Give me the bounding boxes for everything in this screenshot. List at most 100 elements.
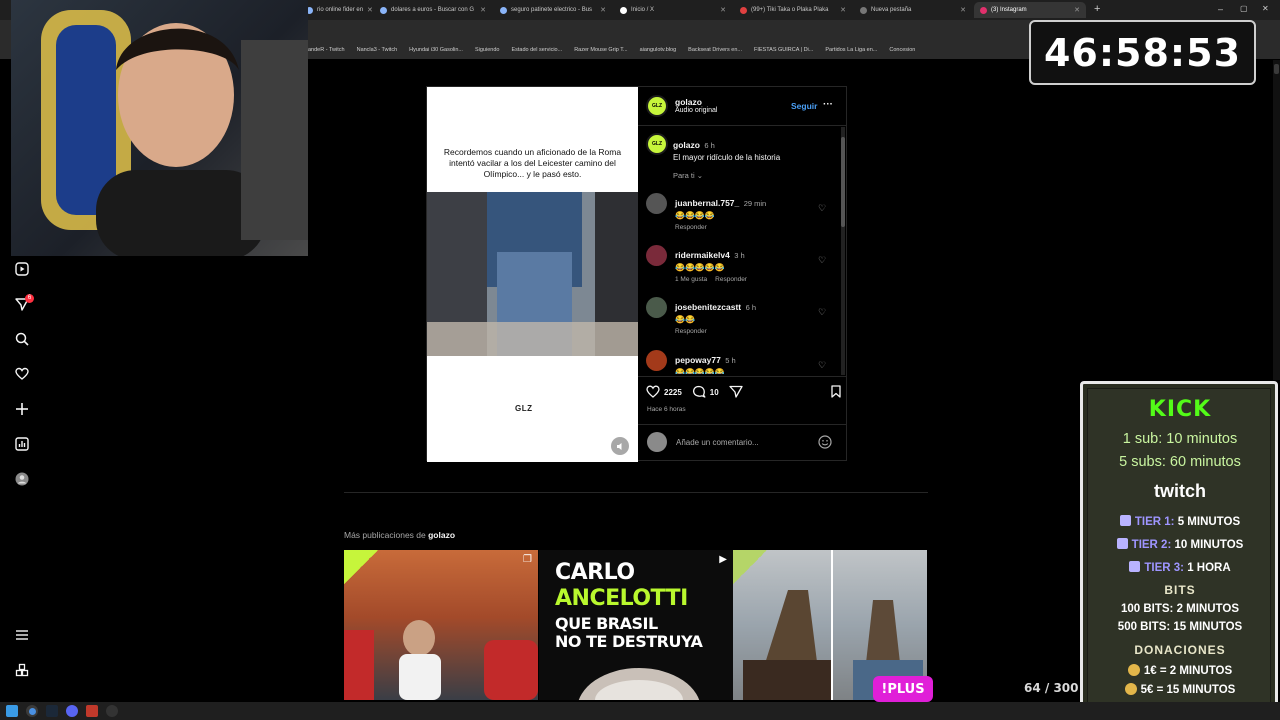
bookmark-item[interactable]: Nancla3 - Twitch xyxy=(357,47,398,53)
comment-username[interactable]: pepoway77 xyxy=(675,355,721,365)
new-tab-button[interactable]: + xyxy=(1094,3,1100,15)
bookmark-item[interactable]: Estado del servicio... xyxy=(511,47,562,53)
post-thumbnail[interactable]: ❐ xyxy=(344,550,538,700)
browser-tab[interactable]: rio online fider en ✕ xyxy=(300,2,372,18)
close-icon[interactable]: ✕ xyxy=(600,6,606,14)
close-icon[interactable]: ✕ xyxy=(480,6,486,14)
comment-filter-dropdown[interactable]: Para ti ⌄ xyxy=(673,171,703,180)
minimize-icon[interactable]: – xyxy=(1218,4,1223,14)
browser-tab[interactable]: dolares a euros - Buscar con G ✕ xyxy=(374,2,492,18)
apps-icon[interactable] xyxy=(14,662,30,678)
browser-tab[interactable]: Nueva pestaña ✕ xyxy=(854,2,972,18)
like-comment-icon[interactable]: ♡ xyxy=(818,307,826,318)
comment-username[interactable]: ridermaikelv4 xyxy=(675,250,730,260)
share-icon[interactable] xyxy=(729,385,743,400)
twitch-sub-icon xyxy=(1119,515,1131,526)
commenter-avatar[interactable] xyxy=(646,245,667,266)
likes-count[interactable]: 2225 xyxy=(664,388,682,397)
menu-icon[interactable] xyxy=(14,627,30,643)
mute-icon[interactable] xyxy=(611,437,629,455)
description-avatar[interactable]: GLZ xyxy=(646,133,668,155)
comment-item: pepoway77 5 h 😂😂😂😂😂 ♡ xyxy=(646,350,836,374)
profile-icon[interactable] xyxy=(14,471,30,487)
like-comment-icon[interactable]: ♡ xyxy=(818,255,826,266)
close-icon[interactable]: ✕ xyxy=(720,6,726,14)
bookmark-item[interactable]: Hyundai i30 Gasolin... xyxy=(409,47,463,53)
steam-icon[interactable] xyxy=(46,705,58,717)
browser-tab[interactable]: seguro patinete electrico - Bus ✕ xyxy=(494,2,612,18)
comment-text: 😂😂😂😂😂 xyxy=(675,263,725,272)
stats-icon[interactable] xyxy=(14,436,30,452)
like-icon[interactable] xyxy=(646,385,660,400)
close-icon[interactable]: ✕ xyxy=(840,6,846,14)
bookmark-item[interactable]: Concesion xyxy=(889,47,915,53)
close-icon[interactable]: ✕ xyxy=(1074,6,1080,14)
reply-button[interactable]: Responder xyxy=(675,224,707,231)
os-taskbar xyxy=(0,702,1280,720)
comment-time: 6 h xyxy=(745,303,757,312)
more-posts-author[interactable]: golazo xyxy=(428,530,455,540)
post-thumbnail[interactable]: CARLO ANCELOTTI QUE BRASIL NO TE DESTRUY… xyxy=(539,550,733,700)
bookmark-item[interactable]: FIESTAS GUIRCA | Di... xyxy=(754,47,813,53)
current-user-avatar xyxy=(647,432,667,452)
bookmark-item[interactable]: Backseat Drivers en... xyxy=(688,47,742,53)
author-username[interactable]: golazo xyxy=(675,97,717,107)
bookmark-item[interactable]: andeR - Twitch xyxy=(308,47,345,53)
app-icon[interactable] xyxy=(86,705,98,717)
browser-tab-active[interactable]: (3) Instagram ✕ xyxy=(974,2,1086,18)
video-frame[interactable] xyxy=(427,192,638,356)
search-icon[interactable] xyxy=(14,331,30,347)
reply-button[interactable]: Responder xyxy=(675,328,707,335)
new-tab-icon xyxy=(860,6,867,14)
save-bookmark-icon[interactable] xyxy=(830,384,842,400)
browser-tab[interactable]: Inicio / X ✕ xyxy=(614,2,732,18)
webcam-feed xyxy=(11,0,308,256)
comment-username[interactable]: josebenitezcastt xyxy=(675,302,741,312)
close-window-icon[interactable]: ✕ xyxy=(1262,4,1269,13)
comment-icon[interactable] xyxy=(692,385,706,400)
commenter-avatar[interactable] xyxy=(646,297,667,318)
heart-icon[interactable] xyxy=(14,366,30,382)
bits-rule: 500 BITS: 15 MINUTOS xyxy=(1117,621,1243,633)
follow-button[interactable]: Seguir xyxy=(791,101,817,111)
like-comment-icon[interactable]: ♡ xyxy=(818,203,826,214)
maximize-icon[interactable]: ▢ xyxy=(1240,4,1248,13)
comment-text: 😂😂 xyxy=(675,315,695,324)
obs-icon[interactable] xyxy=(106,705,118,717)
add-comment-input[interactable]: Añade un comentario... xyxy=(676,438,759,447)
commenter-avatar[interactable] xyxy=(646,193,667,214)
reply-button[interactable]: Responder xyxy=(715,276,747,283)
audio-label[interactable]: Audio original xyxy=(675,107,717,114)
more-options-icon[interactable]: ··· xyxy=(823,99,833,110)
close-icon[interactable]: ✕ xyxy=(367,6,372,14)
tier-rule: TIER 1: 5 MINUTOS xyxy=(1088,515,1272,528)
bookmark-item[interactable]: aiangulotv.blog xyxy=(640,47,677,53)
discord-icon[interactable] xyxy=(66,705,78,717)
reels-icon[interactable] xyxy=(14,261,30,277)
twitch-sub-icon xyxy=(1129,561,1141,572)
comment-likes[interactable]: 1 Me gusta xyxy=(675,276,707,283)
chrome-icon[interactable] xyxy=(26,705,38,717)
bookmark-item[interactable]: Razer Mouse Grip T... xyxy=(574,47,627,53)
description-username[interactable]: golazo xyxy=(673,140,700,150)
browser-tab[interactable]: (99+) Tiki Taka o Plaka Plaka ✕ xyxy=(734,2,852,18)
comments-count[interactable]: 10 xyxy=(710,388,719,397)
donation-rule: 5€ = 15 MINUTOS xyxy=(1088,683,1272,696)
windows-start-icon[interactable] xyxy=(6,705,18,717)
page-scrollbar[interactable] xyxy=(1273,60,1280,380)
commenter-avatar[interactable] xyxy=(646,350,667,371)
bookmark-item[interactable]: Siguiendo xyxy=(475,47,499,53)
like-comment-icon[interactable]: ♡ xyxy=(818,360,826,371)
comment-username[interactable]: juanbernal.757_ xyxy=(675,198,739,208)
bits-rule: 100 BITS: 2 MINUTOS xyxy=(1120,603,1239,615)
author-avatar[interactable]: GLZ xyxy=(646,95,668,117)
bookmark-item[interactable]: Partidos La Liga en... xyxy=(825,47,877,53)
close-icon[interactable]: ✕ xyxy=(960,6,966,14)
post-actions: 2225 10 xyxy=(646,383,842,401)
page-scroll-thumb[interactable] xyxy=(1274,64,1279,74)
create-icon[interactable] xyxy=(14,401,30,417)
post-media[interactable]: Recordemos cuando un aficionado de la Ro… xyxy=(427,87,638,462)
emoji-picker-icon[interactable] xyxy=(818,435,832,454)
comments-scroll-thumb[interactable] xyxy=(841,137,845,227)
description-text: El mayor ridículo de la historia xyxy=(673,153,781,162)
